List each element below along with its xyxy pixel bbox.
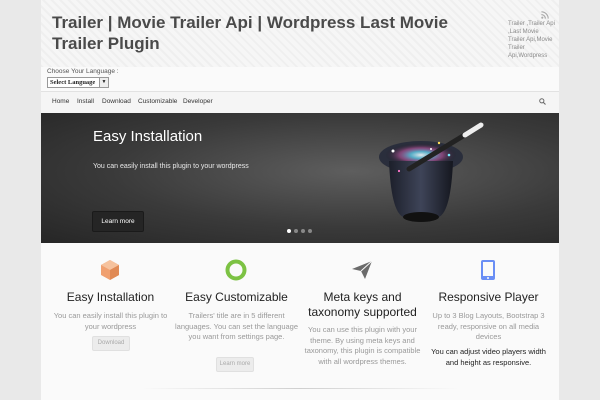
tablet-icon <box>481 260 495 280</box>
nav-item-customizable[interactable]: Customizable <box>138 98 177 105</box>
features-section: Easy Installation You can easily install… <box>41 243 559 400</box>
paper-plane-icon <box>352 260 373 279</box>
site-tagline: Trailer ,Trailer Api ,Last Movie Trailer… <box>508 21 555 59</box>
site-title[interactable]: Trailer | Movie Trailer Api | Wordpress … <box>52 12 462 54</box>
nav-item-developer[interactable]: Developer <box>183 98 213 105</box>
slider-dot[interactable] <box>294 229 298 233</box>
nav-item-download[interactable]: Download <box>102 98 131 105</box>
cube-icon <box>101 260 119 280</box>
language-label: Choose Your Language : <box>47 68 119 75</box>
chevron-down-icon: ▼ <box>99 78 108 87</box>
slide-title: Easy Installation <box>93 128 203 145</box>
circle-ring-icon <box>225 259 247 281</box>
site-header: Trailer | Movie Trailer Api | Wordpress … <box>41 0 559 67</box>
magic-hat-wand-image <box>379 122 484 222</box>
learn-more-button[interactable]: Learn more <box>92 211 144 232</box>
feature-title: Responsive Player <box>438 290 539 304</box>
feature-title: Easy Installation <box>66 290 155 304</box>
learn-more-feature-button[interactable]: Learn more <box>216 357 254 372</box>
hero-slider: Easy Installation You can easily install… <box>41 113 559 243</box>
feature-title: Easy Customizable <box>185 290 288 304</box>
slider-dot[interactable] <box>301 229 305 233</box>
feature-title: Meta keys and taxonomy supported <box>308 290 417 319</box>
feature-extra-text: You can adjust video players width and h… <box>431 347 546 367</box>
slider-dot[interactable] <box>287 229 291 233</box>
main-nav: Home Install Download Customizable Devel… <box>41 91 559 114</box>
page: Trailer | Movie Trailer Api | Wordpress … <box>41 0 559 400</box>
feature-description: Trailers' title are in 5 different langu… <box>174 311 299 341</box>
feature-description: Up to 3 Blog Layouts, Bootstrap 3 ready,… <box>432 311 545 341</box>
language-select[interactable]: Select Language ▼ <box>47 77 109 88</box>
nav-item-install[interactable]: Install <box>77 98 94 105</box>
nav-item-home[interactable]: Home <box>52 98 69 105</box>
slide-text: You can easily install this plugin to yo… <box>93 163 249 170</box>
rss-icon[interactable] <box>541 11 549 19</box>
feature-description: You can easily install this plugin to yo… <box>53 311 168 331</box>
section-divider <box>141 388 459 389</box>
download-button[interactable]: Download <box>92 336 130 351</box>
language-select-value: Select Language <box>50 79 96 86</box>
search-icon[interactable] <box>539 98 546 105</box>
feature-description: You can use this plugin with your theme.… <box>304 325 421 366</box>
slider-dot[interactable] <box>308 229 312 233</box>
